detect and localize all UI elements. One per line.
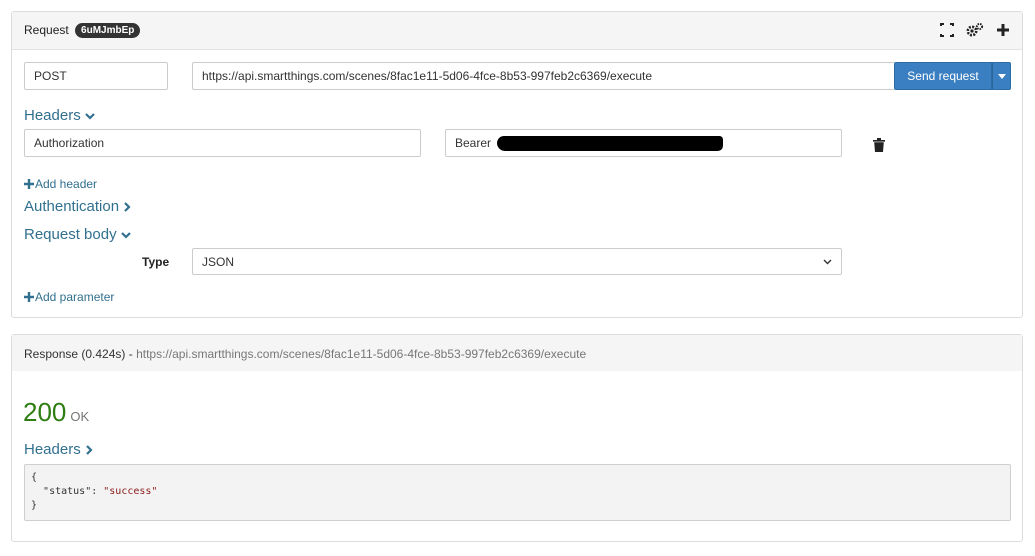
chevron-right-icon	[85, 444, 93, 455]
response-label: Response (0.424s) -	[24, 347, 133, 361]
add-parameter-label: Add parameter	[35, 290, 115, 304]
method-field[interactable]: POST	[24, 62, 168, 90]
response-url: https://api.smartthings.com/scenes/8fac1…	[136, 347, 587, 361]
header-name-input[interactable]: Authorization	[24, 129, 421, 157]
expand-icon[interactable]	[940, 22, 954, 38]
status-code: 200	[23, 397, 67, 427]
header-value-input[interactable]: Bearer	[445, 129, 842, 157]
response-headers-toggle[interactable]: Headers	[24, 441, 93, 458]
authentication-title: Authentication	[24, 198, 120, 215]
request-body-toggle[interactable]: Request body	[24, 226, 131, 243]
body-key: "status"	[43, 486, 92, 497]
caret-down-icon	[997, 73, 1006, 79]
type-select[interactable]: JSON	[192, 248, 842, 275]
add-header-label: Add header	[35, 177, 98, 191]
response-headers-title: Headers	[24, 441, 81, 458]
body-open-brace: {	[31, 472, 38, 483]
request-id-badge: 6uMJmbEp	[75, 23, 141, 38]
request-panel-header: Request 6uMJmbEp	[12, 12, 1022, 50]
request-body-title: Request body	[24, 226, 117, 243]
headers-toggle[interactable]: Headers	[24, 107, 95, 124]
method-value: POST	[34, 69, 67, 83]
plus-icon	[24, 292, 34, 302]
authentication-toggle[interactable]: Authentication	[24, 198, 131, 215]
response-panel: Response (0.424s) - https://api.smartthi…	[11, 334, 1023, 542]
chevron-right-icon	[124, 201, 131, 212]
request-panel: Request 6uMJmbEp POST https://api.smartt…	[11, 11, 1023, 318]
status-text: OK	[70, 409, 90, 424]
chevron-down-icon	[823, 259, 832, 264]
body-value: "success"	[103, 486, 158, 497]
plus-icon	[24, 179, 34, 189]
headers-title: Headers	[24, 107, 81, 124]
redacted-token	[497, 135, 724, 151]
send-options-dropdown[interactable]	[992, 62, 1011, 90]
request-toolbar	[940, 22, 1010, 38]
url-input[interactable]: https://api.smartthings.com/scenes/8fac1…	[192, 62, 894, 90]
request-title-text: Request	[24, 23, 69, 37]
gears-icon[interactable]	[966, 22, 984, 38]
response-panel-header: Response (0.424s) - https://api.smartthi…	[12, 335, 1022, 371]
add-parameter-link[interactable]: Add parameter	[24, 290, 114, 304]
trash-icon[interactable]	[873, 138, 885, 155]
type-select-value: JSON	[202, 254, 235, 269]
chevron-down-icon	[84, 112, 95, 120]
body-close-brace: }	[31, 500, 38, 511]
body-separator: :	[91, 486, 104, 497]
type-label: Type	[142, 255, 170, 269]
request-title: Request 6uMJmbEp	[24, 23, 141, 38]
send-request-button[interactable]: Send request	[894, 62, 992, 90]
response-title: Response (0.424s) - https://api.smartthi…	[24, 347, 586, 361]
header-value-prefix: Bearer	[455, 136, 492, 150]
response-body[interactable]: { "status": "success" }	[24, 464, 1011, 521]
url-value: https://api.smartthings.com/scenes/8fac1…	[202, 69, 653, 83]
response-status: 200 OK	[23, 397, 89, 428]
add-header-link[interactable]: Add header	[24, 177, 97, 191]
chevron-down-icon	[120, 231, 131, 239]
plus-icon[interactable]	[996, 22, 1010, 38]
header-name-value: Authorization	[34, 136, 105, 150]
